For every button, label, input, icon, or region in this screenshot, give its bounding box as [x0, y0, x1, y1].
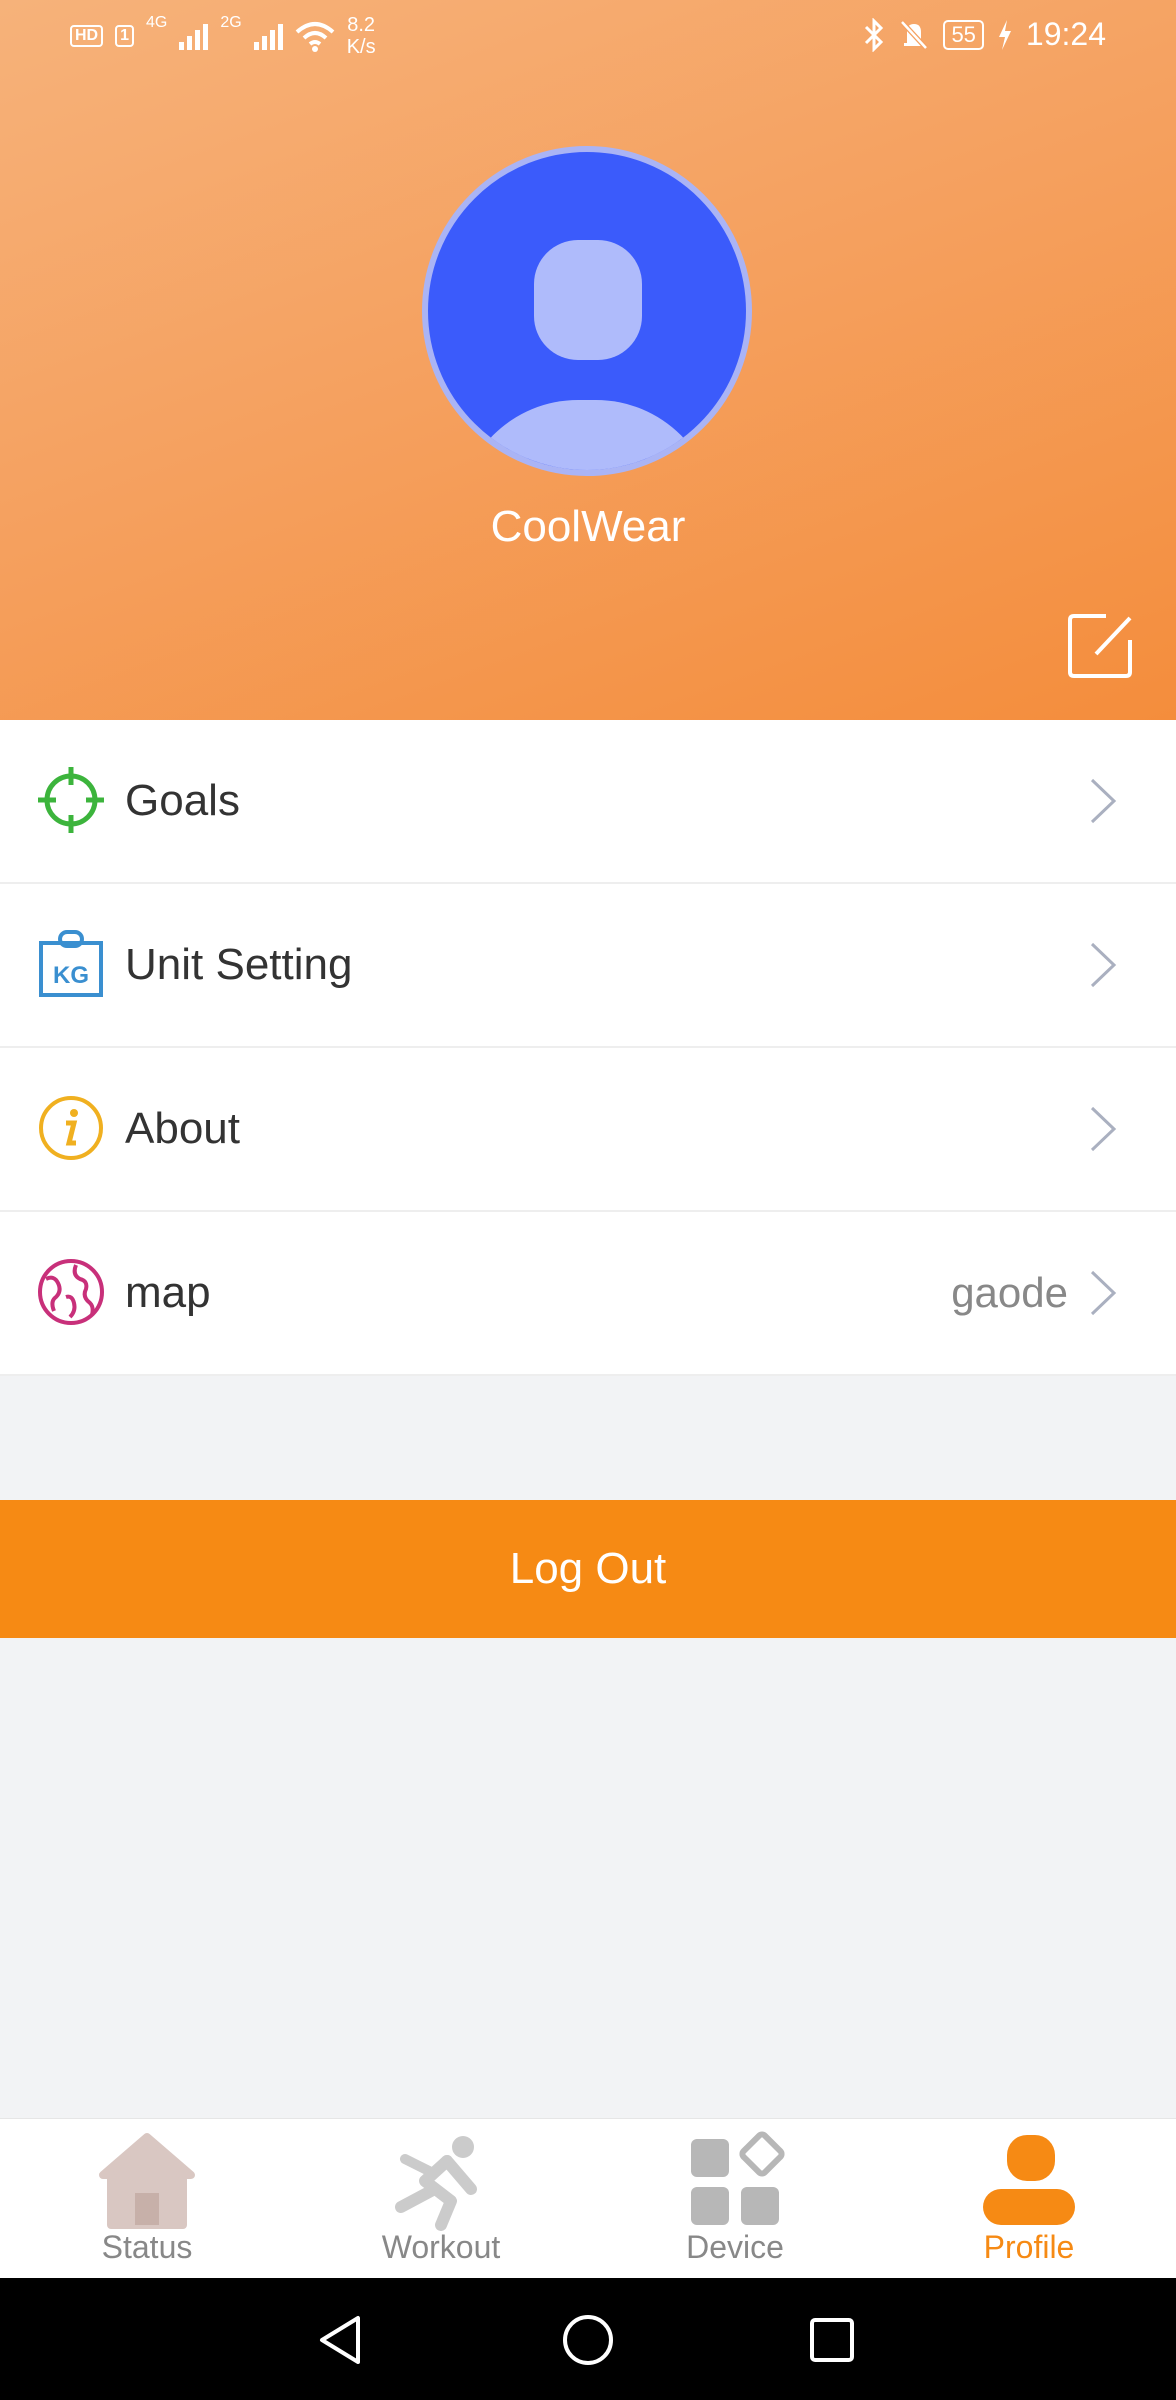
- chevron-right-icon: [1090, 778, 1117, 824]
- tab-label: Status: [101, 2229, 193, 2265]
- menu-item-label: About: [125, 1104, 240, 1153]
- clock: 19:24: [1025, 16, 1106, 52]
- tab-device[interactable]: Device: [588, 2119, 882, 2279]
- menu-item-unit-setting[interactable]: KG Unit Setting: [0, 884, 1176, 1048]
- tab-label: Profile: [983, 2229, 1075, 2265]
- signal-icon: [253, 22, 283, 50]
- hd-badge: HD: [70, 25, 104, 47]
- net-type-1: 4G: [146, 14, 168, 31]
- runner-icon: [395, 2136, 477, 2231]
- menu-item-about[interactable]: About: [0, 1048, 1176, 1212]
- profile-header: HD 1 4G 2G 8.2 K/s 55 19:24 CoolWear: [0, 0, 1176, 720]
- recents-icon[interactable]: [802, 2310, 862, 2370]
- svg-text:KG: KG: [53, 962, 89, 989]
- menu-item-value: gaode: [951, 1269, 1068, 1316]
- tab-profile[interactable]: Profile: [882, 2119, 1176, 2279]
- chevron-right-icon: [1090, 942, 1117, 988]
- menu-item-goals[interactable]: Goals: [0, 720, 1176, 884]
- menu-item-label: Unit Setting: [125, 940, 353, 989]
- net-type-2: 2G: [220, 14, 242, 31]
- tab-status[interactable]: Status: [0, 2119, 294, 2279]
- system-nav-bar: [0, 2278, 1176, 2400]
- menu-item-label: map: [125, 1268, 211, 1317]
- avatar-head: [534, 240, 642, 360]
- menu-item-label: Goals: [125, 776, 240, 825]
- charging-icon: [998, 19, 1011, 50]
- tab-label: Device: [686, 2229, 784, 2265]
- profile-icon: [983, 2135, 1075, 2225]
- username: CoolWear: [490, 502, 686, 551]
- status-bar: HD 1 4G 2G 8.2 K/s 55 19:24: [0, 0, 1176, 72]
- battery-icon: 55: [943, 19, 984, 50]
- avatar[interactable]: [422, 146, 752, 476]
- globe-icon: [38, 1259, 104, 1325]
- edit-icon[interactable]: [1066, 610, 1136, 680]
- home-icon: [99, 2133, 195, 2229]
- tab-label: Workout: [381, 2229, 501, 2265]
- wifi-icon: [295, 22, 335, 52]
- bluetooth-icon: [865, 17, 884, 52]
- settings-menu: Goals KG Unit Setting About map gaode: [0, 720, 1176, 1376]
- chevron-right-icon: [1090, 1270, 1117, 1316]
- home-nav-icon[interactable]: [558, 2310, 618, 2370]
- chevron-right-icon: [1090, 1106, 1117, 1152]
- signal-icon: [179, 22, 209, 50]
- info-icon: [39, 1096, 103, 1160]
- menu-item-map[interactable]: map gaode: [0, 1212, 1176, 1376]
- tab-workout[interactable]: Workout: [294, 2119, 588, 2279]
- avatar-body: [458, 400, 716, 470]
- kg-scale-icon: KG: [39, 930, 103, 997]
- mute-bell-icon: [900, 19, 929, 50]
- network-speed: 8.2 K/s: [346, 14, 376, 58]
- device-grid-icon: [691, 2131, 785, 2225]
- sim-badge: 1: [115, 25, 135, 47]
- bottom-tab-bar: Status Workout Device Profile: [0, 2118, 1176, 2279]
- back-icon[interactable]: [312, 2310, 372, 2370]
- log-out-button[interactable]: Log Out: [0, 1500, 1176, 1638]
- target-icon: [38, 767, 104, 833]
